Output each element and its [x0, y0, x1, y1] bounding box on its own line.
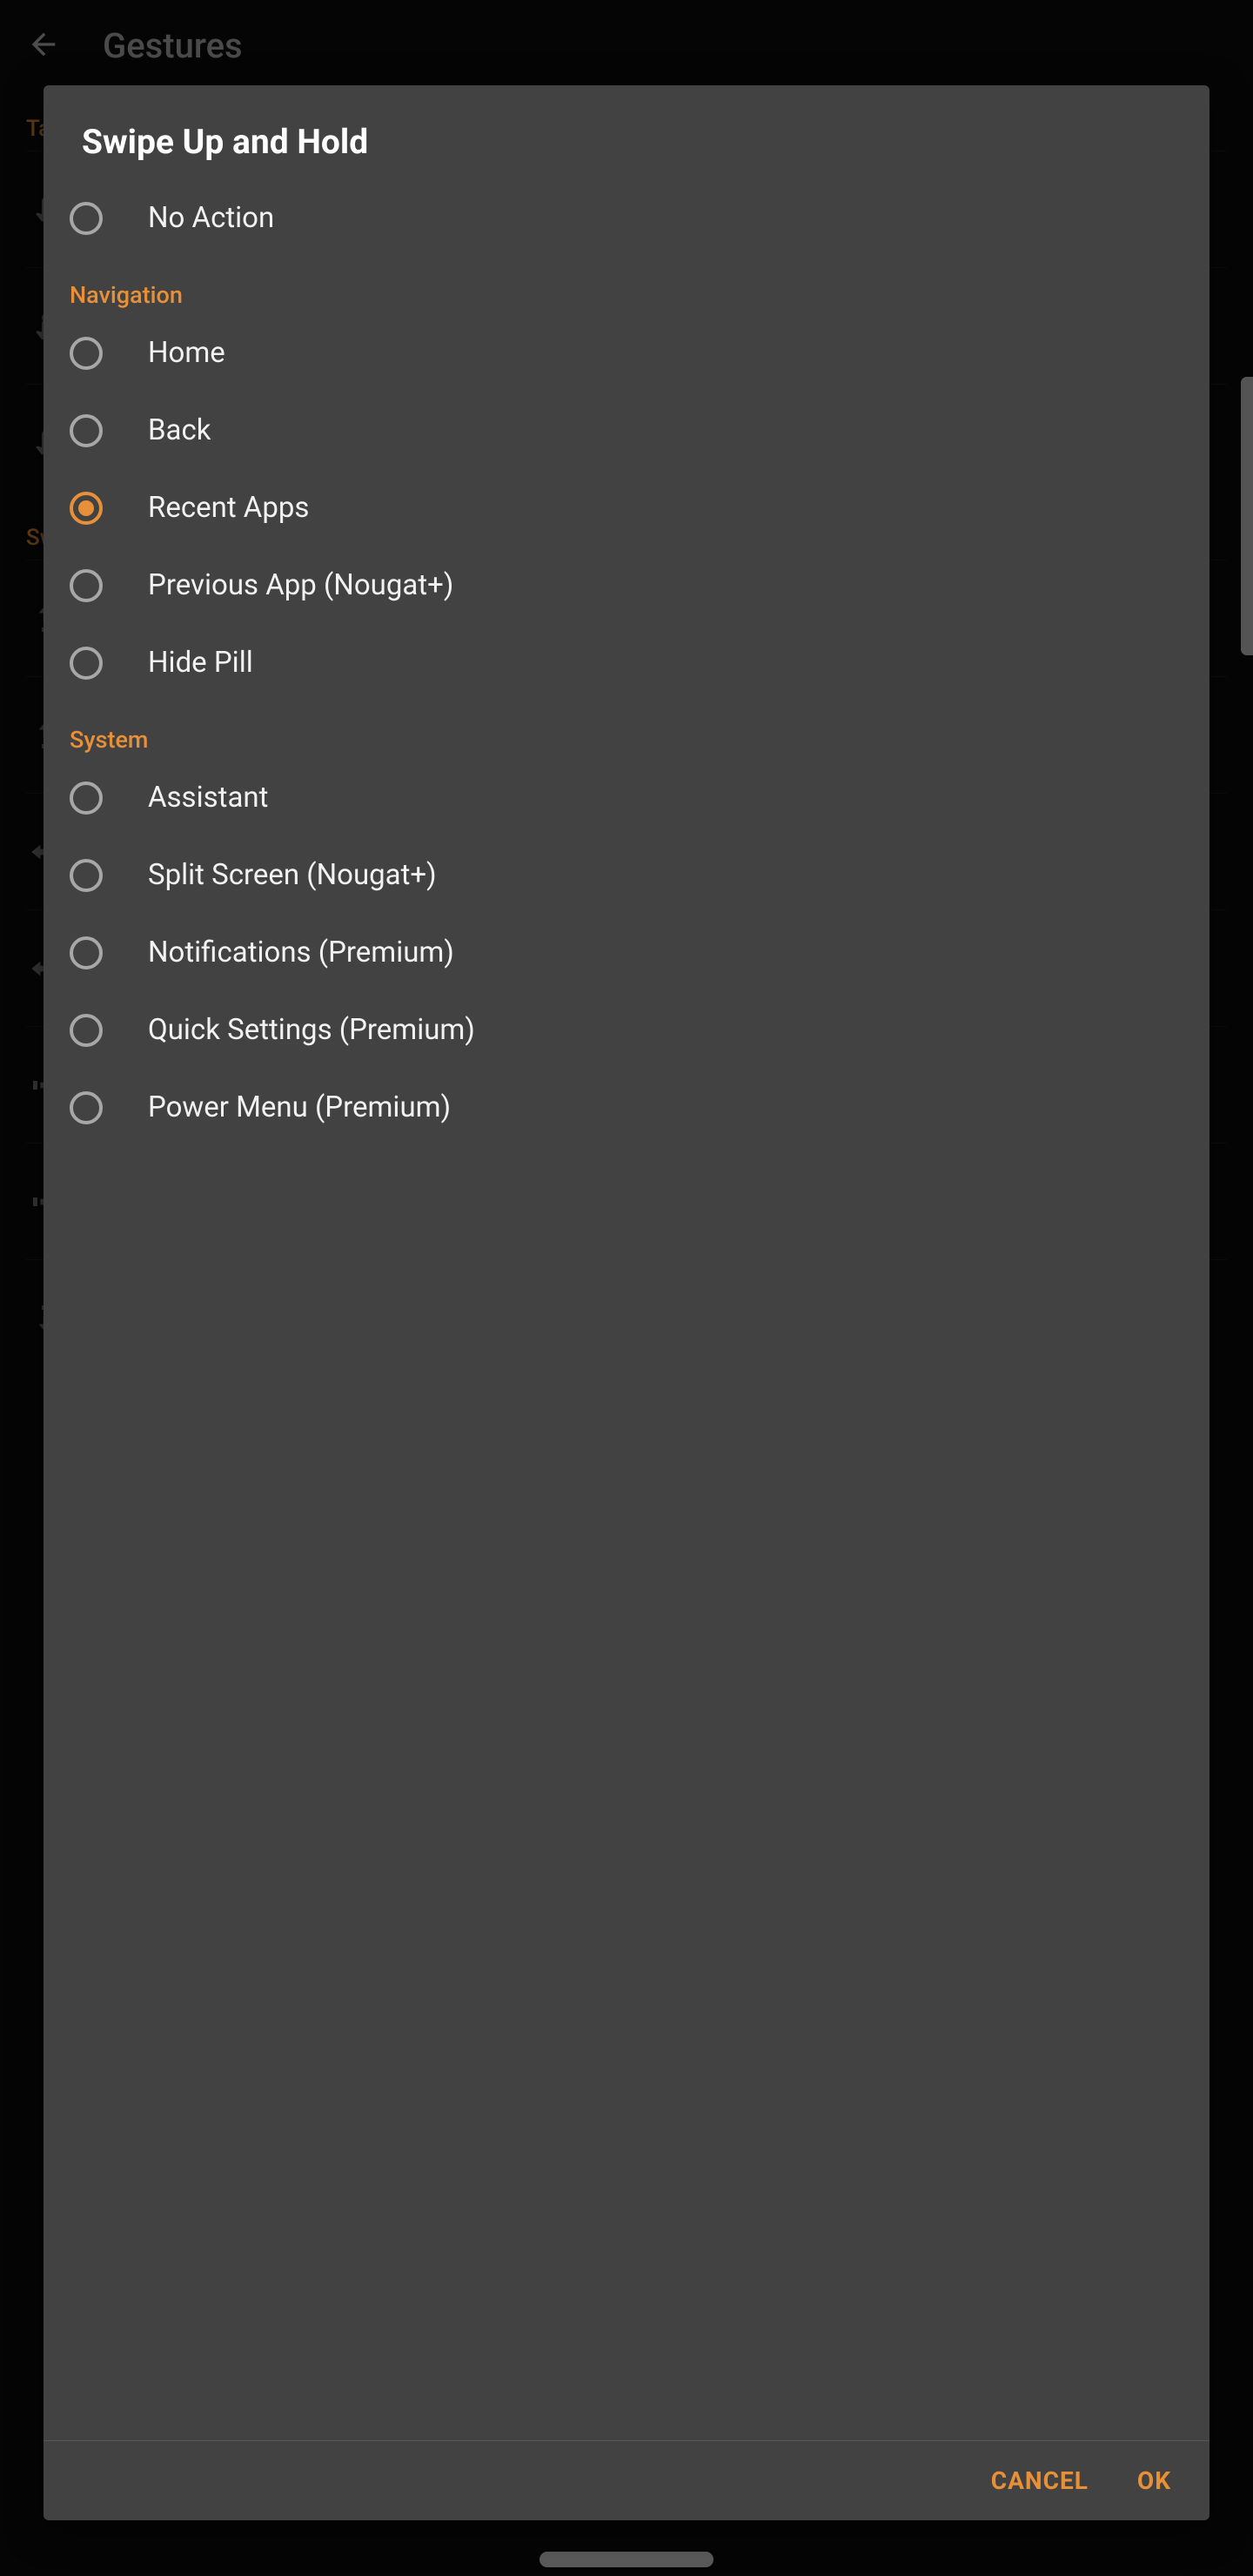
option-notifications[interactable]: Notifications (Premium) — [59, 914, 1194, 991]
option-label: No Action — [148, 201, 274, 235]
option-assistant[interactable]: Assistant — [59, 759, 1194, 836]
option-recent-apps[interactable]: Recent Apps — [59, 469, 1194, 547]
radio-icon — [70, 647, 103, 680]
option-label: Back — [148, 413, 211, 447]
dialog-action-bar: CANCEL OK — [44, 2440, 1209, 2520]
section-label-navigation: Navigation — [59, 257, 1194, 314]
radio-icon — [70, 202, 103, 235]
radio-icon — [70, 782, 103, 815]
cancel-button[interactable]: CANCEL — [991, 2466, 1089, 2495]
option-previous-app[interactable]: Previous App (Nougat+) — [59, 547, 1194, 624]
radio-icon — [70, 859, 103, 892]
dialog-options-list[interactable]: No Action Navigation Home Back Recent Ap… — [44, 179, 1209, 2440]
option-back[interactable]: Back — [59, 392, 1194, 469]
radio-icon-selected — [70, 492, 103, 525]
option-label: Previous App (Nougat+) — [148, 568, 453, 602]
radio-icon — [70, 1014, 103, 1047]
dialog-title: Swipe Up and Hold — [44, 85, 1209, 179]
ok-button[interactable]: OK — [1137, 2466, 1171, 2495]
radio-icon — [70, 1091, 103, 1124]
option-quick-settings[interactable]: Quick Settings (Premium) — [59, 991, 1194, 1069]
radio-icon — [70, 414, 103, 447]
option-hide-pill[interactable]: Hide Pill — [59, 624, 1194, 701]
option-no-action[interactable]: No Action — [59, 179, 1194, 257]
option-label: Home — [148, 336, 225, 370]
option-home[interactable]: Home — [59, 314, 1194, 392]
option-label: Notifications (Premium) — [148, 936, 454, 969]
option-label: Quick Settings (Premium) — [148, 1013, 475, 1047]
option-label: Power Menu (Premium) — [148, 1090, 451, 1124]
option-power-menu[interactable]: Power Menu (Premium) — [59, 1069, 1194, 1146]
option-label: Split Screen (Nougat+) — [148, 858, 437, 892]
radio-icon — [70, 569, 103, 602]
option-split-screen[interactable]: Split Screen (Nougat+) — [59, 836, 1194, 914]
action-picker-dialog: Swipe Up and Hold No Action Navigation H… — [44, 85, 1209, 2520]
option-label: Recent Apps — [148, 491, 309, 525]
option-label: Assistant — [148, 781, 268, 815]
section-label-system: System — [59, 701, 1194, 759]
radio-icon — [70, 337, 103, 370]
radio-icon — [70, 936, 103, 969]
option-label: Hide Pill — [148, 646, 253, 680]
